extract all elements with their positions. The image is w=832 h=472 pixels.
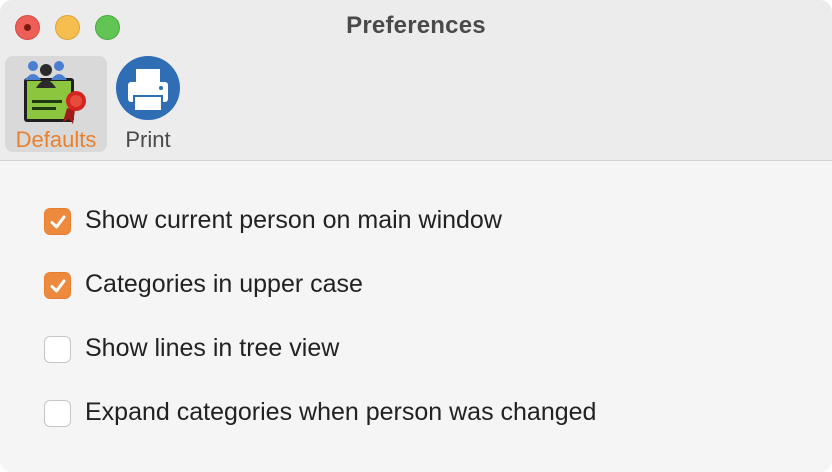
toolbar-print-button[interactable]: Print: [112, 56, 184, 152]
defaults-certificate-icon: [5, 56, 107, 126]
printer-icon: [112, 56, 184, 126]
option-label: Show current person on main window: [85, 206, 502, 234]
checkbox-unchecked[interactable]: [44, 400, 71, 427]
option-label: Expand categories when person was change…: [85, 398, 597, 426]
checkbox-unchecked[interactable]: [44, 336, 71, 363]
checkmark-icon: [50, 215, 66, 229]
window-title: Preferences: [346, 12, 486, 39]
toolbar-print-label: Print: [125, 127, 171, 152]
option-label: Show lines in tree view: [85, 334, 340, 362]
title-bar: Preferences Defaults Print: [0, 0, 832, 161]
checkmark-icon: [50, 279, 66, 293]
defaults-pane: Show current person on main window Categ…: [0, 161, 832, 472]
toolbar-defaults-label: Defaults: [15, 127, 97, 152]
checkbox-checked[interactable]: [44, 272, 71, 299]
checkbox-checked[interactable]: [44, 208, 71, 235]
option-label: Categories in upper case: [85, 270, 363, 298]
preferences-window: Preferences Defaults Print Show current …: [0, 0, 832, 472]
toolbar-defaults-button[interactable]: Defaults: [5, 56, 107, 152]
